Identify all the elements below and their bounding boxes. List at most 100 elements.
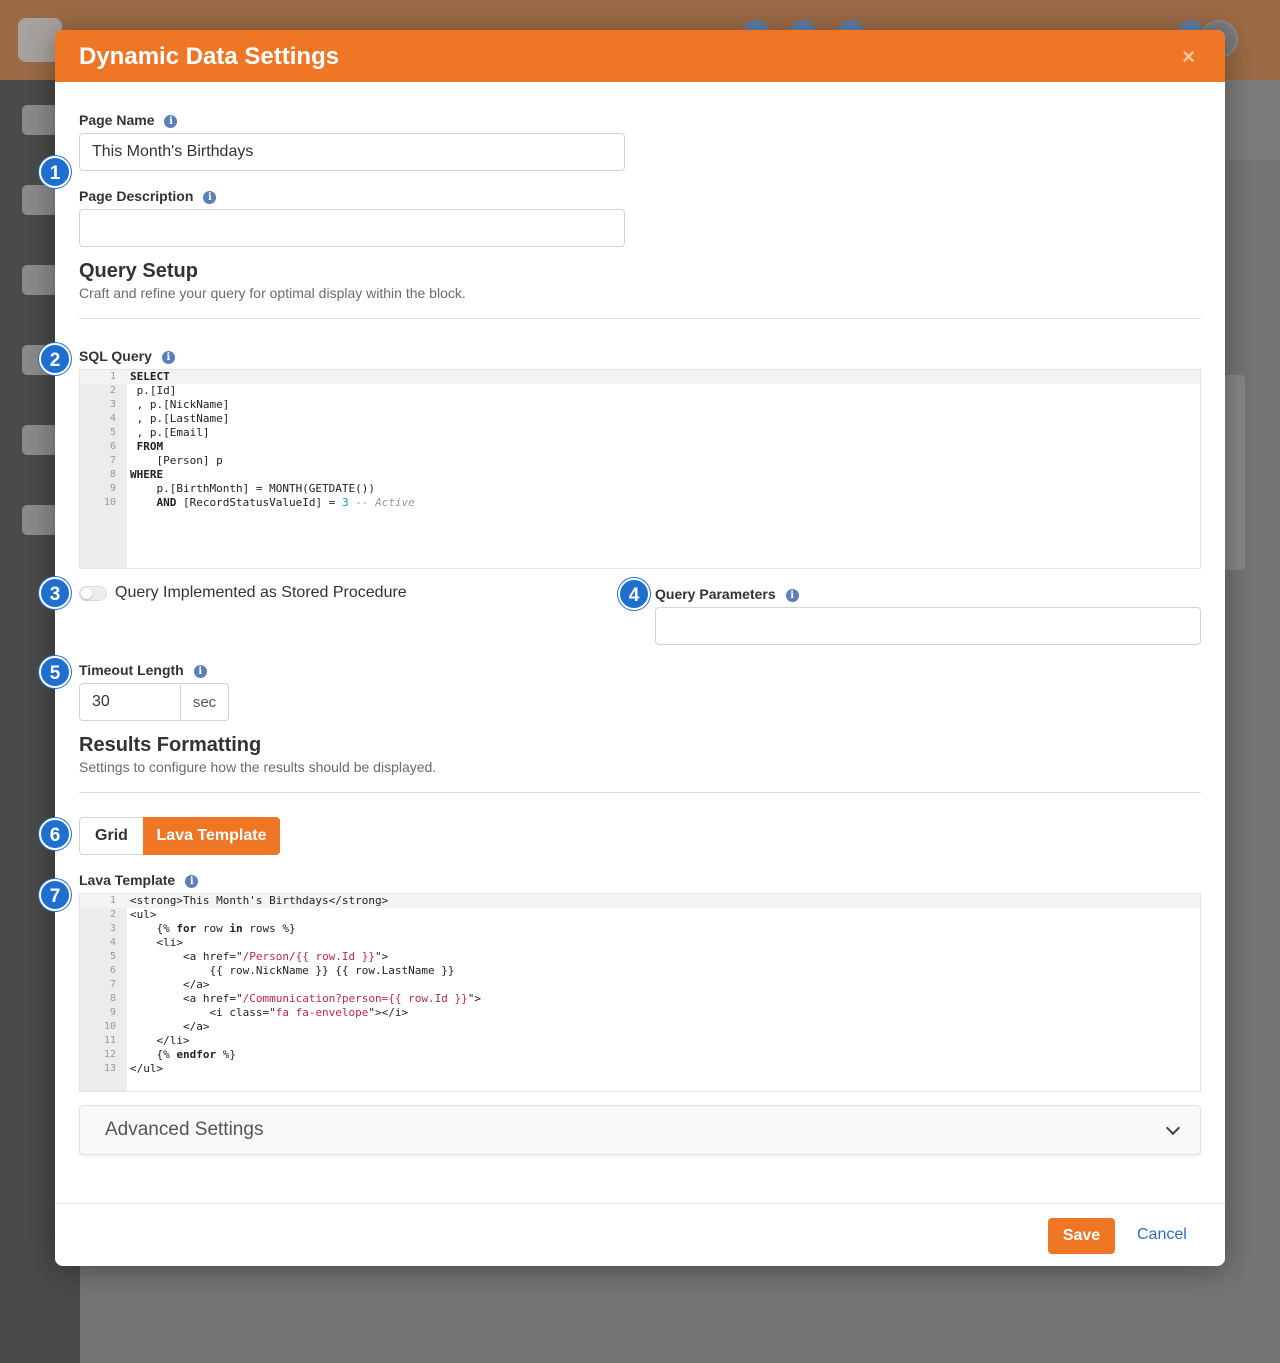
sidebar-book-icon <box>22 105 58 135</box>
line-number: 5 <box>109 951 116 962</box>
line-number: 5 <box>109 427 116 438</box>
sidebar-cup-icon <box>22 505 58 535</box>
advanced-settings-accordion[interactable]: Advanced Settings <box>79 1105 1201 1155</box>
sql-line: 2 p.[Id] <box>80 384 1200 398</box>
sql-line: 6 FROM <box>80 440 1200 454</box>
lava-line: 6 {{ row.NickName }} {{ row.LastName }} <box>80 964 1200 978</box>
sql-line: 7 [Person] p <box>80 454 1200 468</box>
line-number: 10 <box>103 1021 116 1032</box>
cancel-button[interactable]: Cancel <box>1137 1226 1187 1244</box>
save-button[interactable]: Save <box>1048 1218 1115 1254</box>
close-icon[interactable]: × <box>1182 44 1195 70</box>
page-name-input[interactable]: This Month's Birthdays <box>79 133 625 171</box>
modal-footer: Save Cancel <box>55 1203 1225 1266</box>
sql-line: 10 AND [RecordStatusValueId] = 3 -- Acti… <box>80 496 1200 510</box>
query-setup-subtitle: Craft and refine your query for optimal … <box>79 285 466 301</box>
lava-template-option-button[interactable]: Lava Template <box>143 817 280 855</box>
callout-badge-1: 1 <box>39 156 71 188</box>
sql-line-text: WHERE <box>130 468 164 481</box>
page-description-label: Page Description i <box>79 188 217 204</box>
sql-line-text: , p.[LastName] <box>130 412 230 425</box>
lava-line-text: <i class="fa fa-envelope"></i> <box>130 1006 409 1019</box>
callout-badge-6: 6 <box>39 818 71 850</box>
line-number: 1 <box>109 371 116 382</box>
sidebar-person-icon <box>22 185 58 215</box>
lava-line-text: <strong>This Month's Birthdays</strong> <box>130 894 389 907</box>
sql-line-text: p.[BirthMonth] = MONTH(GETDATE()) <box>130 482 376 495</box>
line-number: 11 <box>103 1035 116 1046</box>
line-number: 1 <box>109 895 116 906</box>
timeout-input[interactable]: 30 <box>79 683 181 721</box>
lava-line-text: <li> <box>130 936 183 949</box>
line-number: 9 <box>109 1007 116 1018</box>
lava-line: 5 <a href="/Person/{{ row.Id }}"> <box>80 950 1200 964</box>
divider <box>79 792 1201 793</box>
lava-line: 13 </ul> <box>80 1062 1200 1076</box>
line-number: 10 <box>103 497 116 508</box>
sql-line-text: , p.[NickName] <box>130 398 230 411</box>
line-number: 2 <box>109 385 116 396</box>
line-number: 2 <box>109 909 116 920</box>
query-parameters-textarea[interactable] <box>655 607 1201 645</box>
sql-line: 5 , p.[Email] <box>80 426 1200 440</box>
lava-line-text: </a> <box>130 1020 210 1033</box>
sql-line: 8 WHERE <box>80 468 1200 482</box>
stored-procedure-toggle[interactable] <box>79 586 107 601</box>
modal-header: Dynamic Data Settings × <box>55 30 1225 82</box>
callout-badge-7: 7 <box>39 879 71 911</box>
line-number: 8 <box>109 469 116 480</box>
grid-option-button[interactable]: Grid <box>79 817 144 855</box>
timeout-unit-addon: sec <box>181 683 229 721</box>
line-number: 8 <box>109 993 116 1004</box>
lava-line: 7 </a> <box>80 978 1200 992</box>
page-description-textarea[interactable] <box>79 209 625 247</box>
line-number: 4 <box>109 413 116 424</box>
info-icon[interactable]: i <box>193 665 207 678</box>
line-number: 6 <box>109 441 116 452</box>
info-icon[interactable]: i <box>164 115 178 128</box>
callout-badge-5: 5 <box>39 656 71 688</box>
line-number: 12 <box>103 1049 116 1060</box>
lava-line: 10 </a> <box>80 1020 1200 1034</box>
divider <box>79 318 1201 319</box>
timeout-length-label: Timeout Length i <box>79 662 207 678</box>
lava-line-text: </ul> <box>130 1062 164 1075</box>
lava-line-text: {% for row in rows %} <box>130 922 296 935</box>
lava-template-editor[interactable]: 1 <strong>This Month's Birthdays</strong>… <box>79 893 1201 1092</box>
sql-line-text: FROM <box>136 440 164 453</box>
advanced-settings-title: Advanced Settings <box>105 1119 264 1140</box>
results-formatting-subtitle: Settings to configure how the results sh… <box>79 759 437 775</box>
sql-line: 3 , p.[NickName] <box>80 398 1200 412</box>
dynamic-data-settings-modal: Dynamic Data Settings × Page Name i This … <box>55 30 1225 1266</box>
lava-line: 2 <ul> <box>80 908 1200 922</box>
line-number: 9 <box>109 483 116 494</box>
line-number: 3 <box>109 923 116 934</box>
lava-line: 11 </li> <box>80 1034 1200 1048</box>
chevron-down-icon[interactable] <box>1165 1120 1181 1136</box>
line-number: 6 <box>109 965 116 976</box>
sql-query-editor[interactable]: 1 SELECT 2 p.[Id] 3 , p.[NickName] 4 , p.[La… <box>79 369 1201 569</box>
line-number: 13 <box>103 1063 116 1074</box>
info-icon[interactable]: i <box>185 875 199 888</box>
lava-line-text: <a href="/Person/{{ row.Id }}"> <box>130 950 389 963</box>
lava-line: 1 <strong>This Month's Birthdays</strong> <box>80 894 1200 908</box>
line-number: 3 <box>109 399 116 410</box>
info-icon[interactable]: i <box>161 351 175 364</box>
lava-line: 4 <li> <box>80 936 1200 950</box>
sql-query-label: SQL Query i <box>79 348 175 364</box>
sql-line-text: AND [RecordStatusValueId] = 3 -- Active <box>156 496 415 509</box>
sql-line-text: [Person] p <box>130 454 223 467</box>
callout-badge-4: 4 <box>618 578 650 610</box>
lava-line-text: {% endfor %} <box>130 1048 236 1061</box>
sql-line-text: , p.[Email] <box>130 426 210 439</box>
sql-line-text: p.[Id] <box>130 384 177 397</box>
modal-title: Dynamic Data Settings <box>79 43 340 70</box>
toggle-knob <box>81 588 92 599</box>
sql-line: 1 SELECT <box>80 370 1200 384</box>
sql-line: 4 , p.[LastName] <box>80 412 1200 426</box>
sidebar-briefcase-icon <box>22 425 58 455</box>
info-icon[interactable]: i <box>785 589 799 602</box>
lava-line: 8 <a href="/Communication?person={{ row.… <box>80 992 1200 1006</box>
lava-line-text: </li> <box>130 1034 190 1047</box>
info-icon[interactable]: i <box>203 191 217 204</box>
